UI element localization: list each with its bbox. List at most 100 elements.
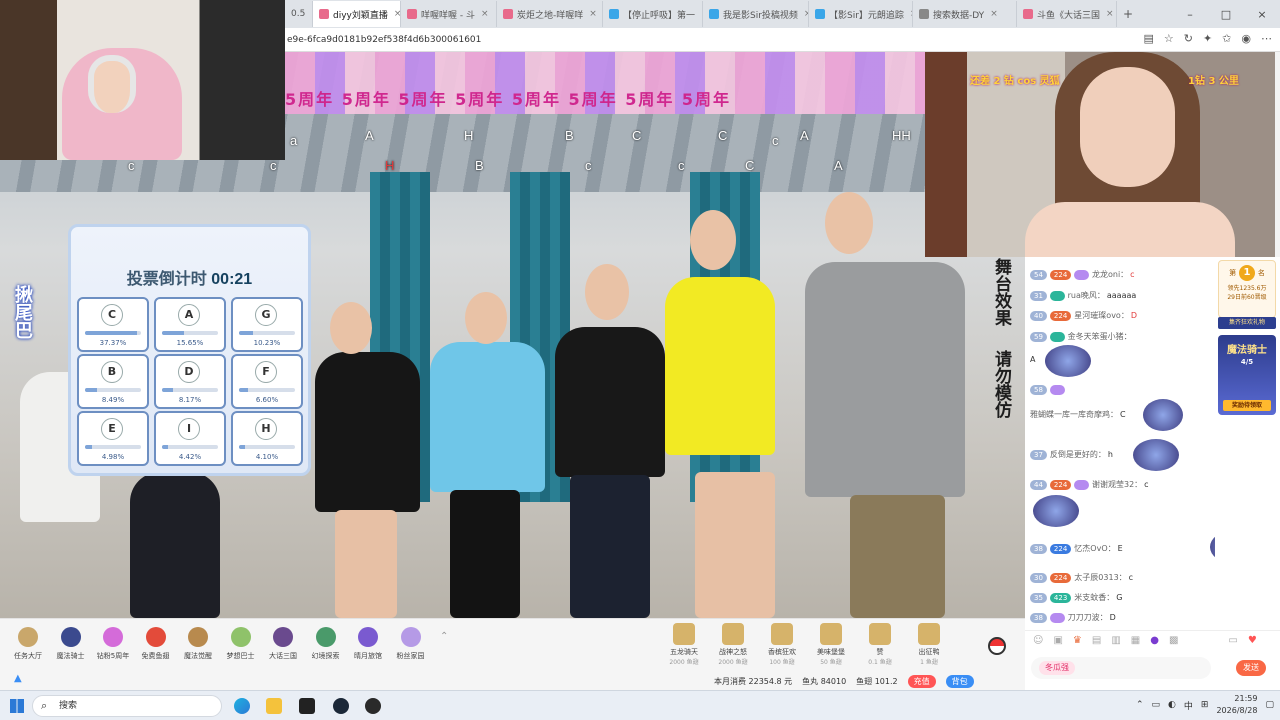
maximize-icon[interactable]: □ (1208, 8, 1244, 21)
activity-nav-item[interactable]: 大话三国 (263, 627, 303, 661)
vote-option[interactable]: A 15.65% (154, 297, 226, 352)
browser-tab[interactable]: 【停止呼吸】第一× (603, 1, 703, 27)
gift-item[interactable]: 香槟狂欢 100 鱼翅 (761, 623, 803, 666)
profile-icon[interactable]: ◉ (1241, 32, 1251, 45)
vote-option[interactable]: F 6.60% (231, 354, 303, 409)
gift-item[interactable]: 美味堡堡 50 鱼翅 (810, 623, 852, 666)
vote-progress-fill (85, 445, 92, 449)
danmaku-style-icon[interactable]: ▣ (1053, 635, 1062, 646)
backpack-button[interactable]: 背包 (945, 675, 974, 688)
notification-icon[interactable]: ▢ (1265, 700, 1274, 710)
close-icon[interactable]: × (481, 9, 489, 19)
close-icon[interactable]: × (1106, 9, 1114, 19)
browser-tab[interactable]: 我是影Sir投稿视频× (703, 1, 809, 27)
file-explorer-icon[interactable] (266, 698, 282, 714)
magic-knight-promo[interactable]: 魔法骑士 4/5 奖励待领取 (1218, 335, 1276, 415)
activity-nav-item[interactable]: 魔法觉醒 (178, 627, 218, 661)
clock[interactable]: 21:59 2026/8/28 (1216, 693, 1257, 717)
vote-option[interactable]: B 8.49% (77, 354, 149, 409)
steam-icon[interactable] (333, 698, 349, 714)
chevron-up-icon[interactable]: ⌃ (1136, 700, 1144, 710)
vote-option[interactable]: G 10.23% (231, 297, 303, 352)
activity-nav-item[interactable]: 免费鱼翅 (136, 627, 176, 661)
douyu-icon (407, 9, 417, 19)
vote-option[interactable]: D 8.17% (154, 354, 226, 409)
rank-card[interactable]: 第 1 名 领先1235.6万 29日前60晋级 (1218, 260, 1276, 318)
gift-item[interactable]: 赞 0.1 鱼翅 (859, 623, 901, 666)
activity-nav-item[interactable]: 魔法骑士 (51, 627, 91, 661)
gift-item[interactable]: 战神之怒 2000 鱼翅 (712, 623, 754, 666)
person (430, 342, 545, 492)
activity-nav-item[interactable]: 梦想巴士 (221, 627, 261, 661)
pokeball-icon[interactable] (988, 637, 1006, 655)
browser-tab[interactable]: 炭炬之地-咩喔咩 × (497, 1, 603, 27)
guest-face (1080, 67, 1175, 187)
activity-nav-item[interactable]: 任务大厅 (8, 627, 48, 661)
vote-option[interactable]: E 4.98% (77, 411, 149, 466)
vote-option[interactable]: C 37.37% (77, 297, 149, 352)
address-bar[interactable]: e9e-6fca9d0181b92ef538f4d6b300061601 ▤ ☆… (285, 28, 1280, 52)
color-icon[interactable]: ▤ (1092, 635, 1101, 646)
new-tab-button[interactable]: + (1117, 1, 1139, 27)
heart-icon[interactable]: ♥ (1248, 635, 1257, 646)
activity-icon (18, 627, 38, 647)
vote-option-percent: 8.49% (101, 396, 125, 404)
edge-icon[interactable] (234, 698, 250, 714)
recharge-button[interactable]: 充值 (907, 675, 936, 688)
activity-nav-item[interactable]: 晴月旅馆 (348, 627, 388, 661)
volume-icon[interactable]: ◐ (1168, 700, 1176, 710)
fans-icon[interactable]: ♛ (1073, 635, 1082, 646)
close-window-icon[interactable]: × (1244, 8, 1280, 21)
account-assets: 本月消费 22354.8 元 鱼丸 84010 鱼翅 101.2 充值 背包 (714, 675, 974, 688)
bookmark-star-icon[interactable]: ☆ (1164, 32, 1174, 45)
extensions-icon[interactable]: ✦ (1203, 32, 1212, 45)
vote-progress-fill (162, 331, 184, 335)
taskbar-search[interactable]: ⌕ 搜索 (32, 695, 222, 717)
windows-start-icon[interactable] (10, 699, 24, 713)
gift-item[interactable]: 出征鸭 1 鱼翅 (908, 623, 950, 666)
chat-message: 38 224 忆杰OvO： E (1030, 543, 1123, 554)
close-icon[interactable]: × (990, 9, 998, 19)
gift-item[interactable]: 五龙骑天 2000 鱼翅 (663, 623, 705, 666)
browser-tab-partial[interactable]: 0.5 (285, 1, 313, 27)
expand-icon[interactable]: ▭ (1228, 635, 1237, 646)
level-badge: 37 (1030, 449, 1047, 460)
browser-tab[interactable]: 【影Sir】元朗追踪× (809, 1, 913, 27)
refresh-icon[interactable]: ↻ (1184, 32, 1193, 45)
browser-tab[interactable]: 搜索数据-DY × (913, 1, 1017, 27)
small-bell-icon[interactable]: ▲ (14, 673, 22, 684)
browser-tab[interactable]: diyy刘颖直播 × (313, 1, 401, 27)
emoji-icon[interactable]: ☺ (1033, 635, 1043, 646)
reader-icon[interactable]: ▤ (1143, 32, 1153, 45)
collapse-arrow-icon[interactable]: ⌃ (440, 631, 448, 642)
close-icon[interactable]: × (394, 9, 400, 19)
activity-nav-item[interactable]: 钻粉5周年 (93, 627, 133, 661)
favorites-icon[interactable]: ✩ (1222, 32, 1231, 45)
vote-option[interactable]: I 4.42% (154, 411, 226, 466)
browser-tab[interactable]: 咩喔咩喔 - 斗 × (401, 1, 497, 27)
badge-icon[interactable]: ● (1150, 635, 1159, 646)
network-icon[interactable]: ▭ (1152, 700, 1161, 710)
vote-option[interactable]: H 4.10% (231, 411, 303, 466)
settings-icon[interactable]: ▩ (1169, 635, 1178, 646)
activity-nav-item[interactable]: 粉丝家园 (391, 627, 431, 661)
collect-gifts-button[interactable]: 集齐狂欢礼物 (1218, 317, 1276, 329)
input-mode-icon[interactable]: ⊞ (1201, 700, 1209, 710)
noble-icon[interactable]: ▥ (1111, 635, 1120, 646)
browser-tab[interactable]: 斗鱼《大话三国 × (1017, 1, 1117, 27)
menu-icon[interactable]: ⋯ (1261, 32, 1272, 45)
claim-reward-button[interactable]: 奖励待领取 (1223, 400, 1271, 411)
obs-icon[interactable] (365, 698, 381, 714)
fan-medal-tag[interactable]: 冬瓜强 (1039, 661, 1075, 675)
ime-indicator[interactable]: 中 (1184, 699, 1193, 712)
send-button[interactable]: 发送 (1236, 660, 1266, 676)
close-icon[interactable]: × (589, 9, 597, 19)
browser-tab-bar: 0.5 diyy刘颖直播 × 咩喔咩喔 - 斗 × 炭炬之地-咩喔咩 × 【停止呼吸】… (285, 0, 1280, 28)
gift-icon[interactable]: ▦ (1131, 635, 1140, 646)
app-z-icon[interactable] (299, 698, 315, 714)
minimize-icon[interactable]: – (1172, 8, 1208, 21)
chat-input[interactable]: 冬瓜强 (1031, 657, 1211, 679)
activity-nav-item[interactable]: 幻境探索 (306, 627, 346, 661)
chat-panel[interactable]: 54 224 龙龙oni： c 31 rua晚风： aaaaaa 40 224 星河璀璨o… (1025, 257, 1254, 630)
url-text[interactable]: e9e-6fca9d0181b92ef538f4d6b300061601 (287, 35, 481, 45)
